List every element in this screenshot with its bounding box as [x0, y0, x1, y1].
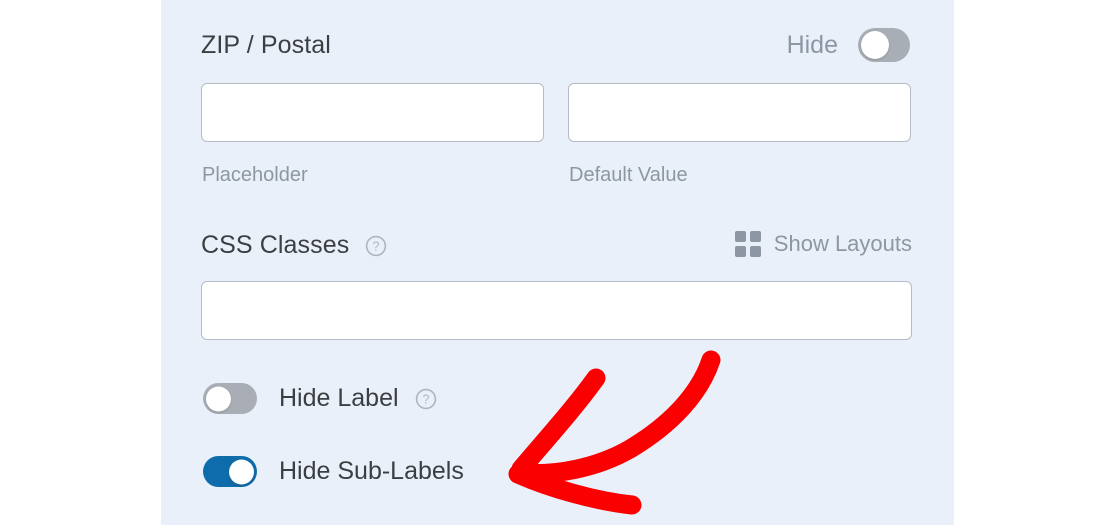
css-classes-label-text: CSS Classes [201, 231, 350, 259]
css-classes-input[interactable] [201, 281, 912, 340]
hide-sub-labels-toggle-knob [229, 459, 254, 484]
default-value-input[interactable] [568, 83, 911, 142]
placeholder-sublabel-text: Placeholder [202, 164, 308, 186]
hide-sub-labels-row: Hide Sub-Labels [203, 456, 464, 487]
hide-toggle-knob [861, 31, 889, 59]
show-layouts-button[interactable]: Show Layouts [734, 231, 912, 257]
question-mark-icon[interactable]: ? [365, 235, 387, 257]
zip-postal-field-label: ZIP / Postal [201, 33, 331, 58]
default-value-sublabel-text: Default Value [569, 164, 688, 186]
question-mark-icon[interactable]: ? [415, 388, 437, 410]
grid-layout-icon [734, 231, 761, 257]
hide-label-toggle[interactable] [203, 383, 257, 414]
field-options-panel: ZIP / Postal Hide Placeholder Default Va… [161, 0, 954, 525]
hide-toggle-row: Hide [787, 28, 910, 62]
hide-sub-labels-toggle[interactable] [203, 456, 257, 487]
hide-sub-labels-text: Hide Sub-Labels [279, 457, 464, 485]
hide-toggle[interactable] [858, 28, 910, 62]
hide-toggle-label: Hide [786, 30, 838, 59]
hide-label-row: Hide Label ? [203, 383, 437, 414]
placeholder-sublabel: Placeholder [202, 165, 308, 186]
svg-text:?: ? [422, 392, 429, 406]
hide-label-text: Hide Label [279, 384, 399, 412]
hide-label-toggle-knob [206, 386, 231, 411]
css-classes-field-label: CSS Classes ? [201, 233, 387, 258]
show-layouts-label: Show Layouts [773, 231, 912, 256]
placeholder-input[interactable] [201, 83, 544, 142]
zip-postal-label-text: ZIP / Postal [201, 31, 331, 59]
default-value-sublabel: Default Value [569, 165, 688, 186]
svg-text:?: ? [373, 239, 380, 253]
